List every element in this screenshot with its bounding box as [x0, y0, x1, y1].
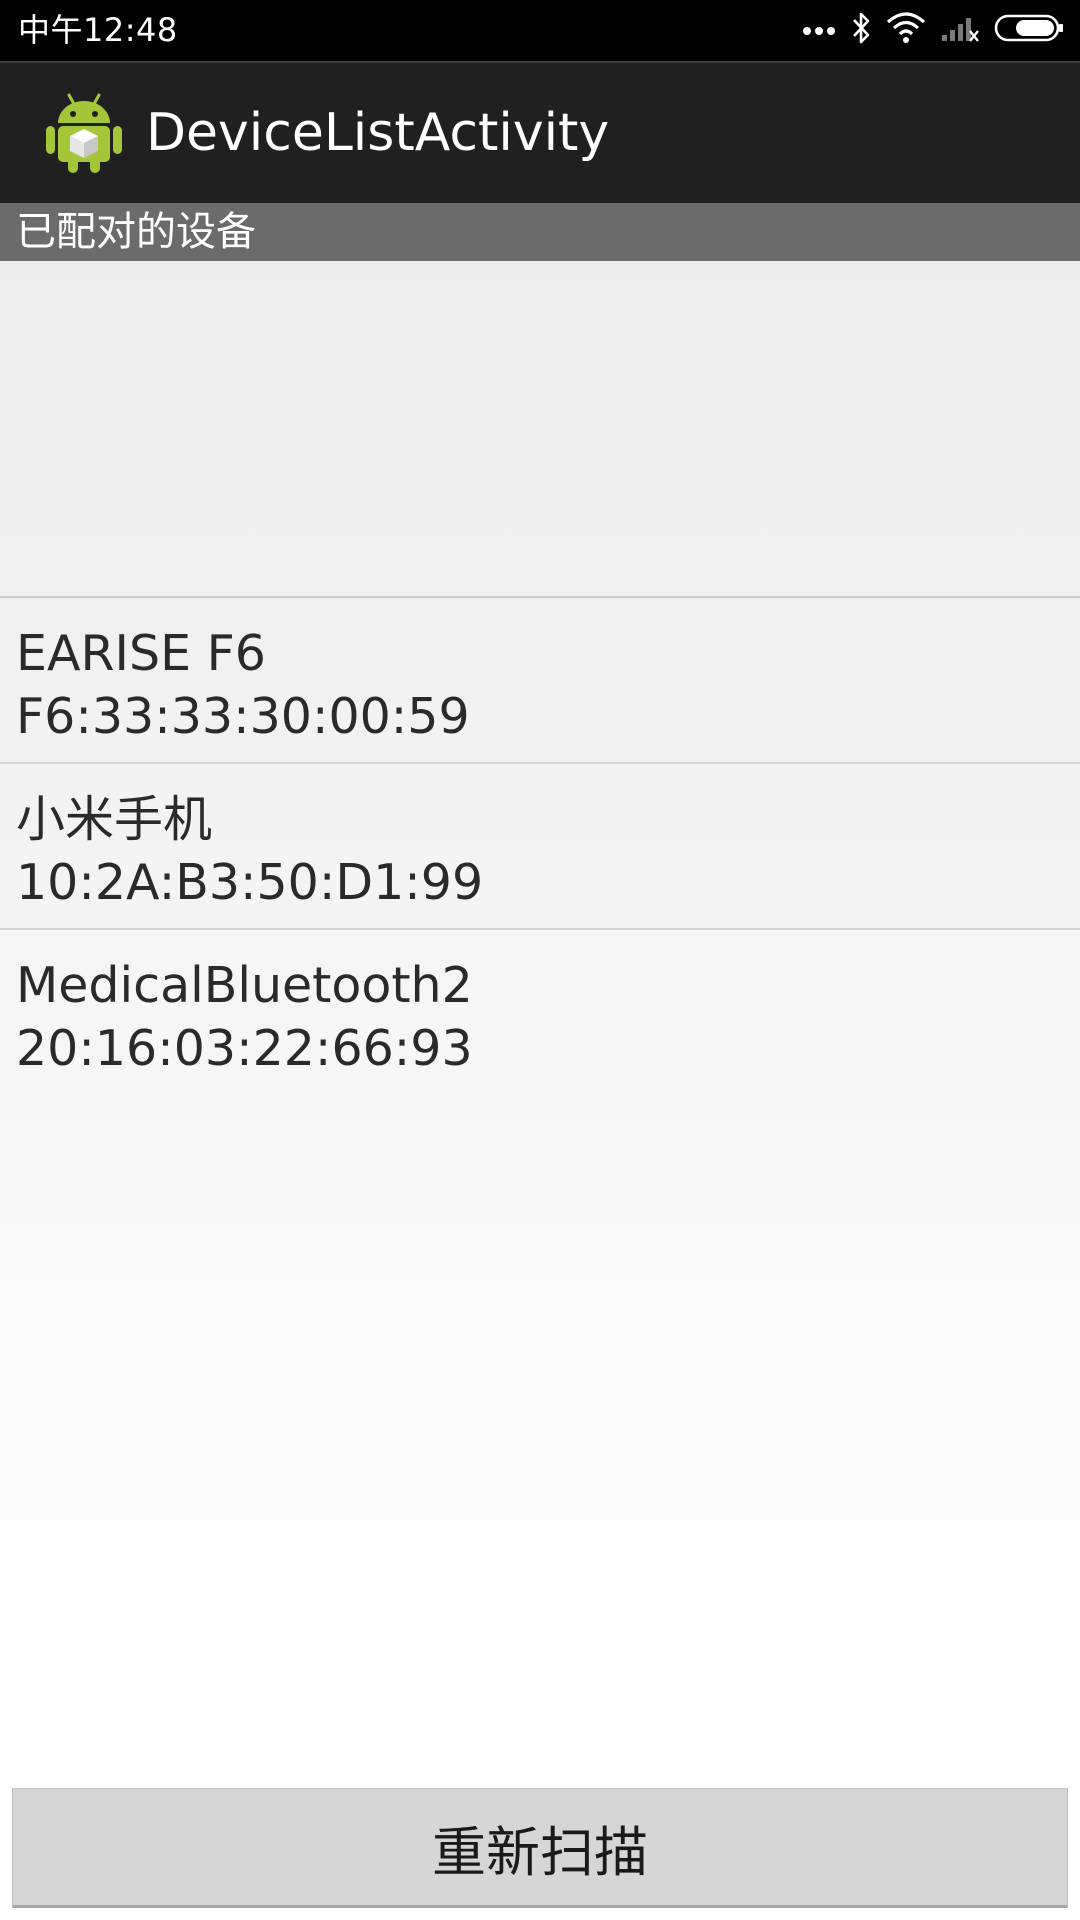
- status-bar: 中午12:48: [0, 0, 1080, 61]
- device-name: MedicalBluetooth2: [16, 957, 473, 1014]
- action-bar: DeviceListActivity: [0, 61, 1080, 203]
- status-icons: [802, 10, 1066, 50]
- bluetooth-icon: [850, 11, 872, 49]
- rescan-button-label: 重新扫描: [432, 1820, 648, 1884]
- device-name: 小米手机: [16, 791, 213, 848]
- device-address: 10:2A:B3:50:D1:99: [16, 854, 484, 911]
- device-list-item[interactable]: EARISE F6 F6:33:33:30:00:59: [0, 598, 1080, 764]
- device-list: EARISE F6 F6:33:33:30:00:59 小米手机 10:2A:B…: [0, 598, 1080, 1096]
- rescan-button[interactable]: 重新扫描: [12, 1788, 1068, 1908]
- device-list-item[interactable]: 小米手机 10:2A:B3:50:D1:99: [0, 764, 1080, 930]
- paired-devices-header: 已配对的设备: [0, 203, 1080, 261]
- device-address: F6:33:33:30:00:59: [16, 688, 470, 745]
- wifi-icon: [886, 12, 926, 48]
- signal-no-service-icon: [940, 13, 980, 47]
- paired-device-list: [0, 261, 1080, 597]
- app-title: DeviceListActivity: [146, 103, 610, 163]
- more-dots-icon: [802, 21, 836, 40]
- device-list-item[interactable]: MedicalBluetooth2 20:16:03:22:66:93: [0, 930, 1080, 1096]
- android-app-icon: [44, 89, 124, 175]
- device-address: 20:16:03:22:66:93: [16, 1020, 473, 1077]
- battery-icon: [994, 13, 1066, 47]
- device-name: EARISE F6: [16, 625, 266, 682]
- status-time: 中午12:48: [18, 11, 178, 49]
